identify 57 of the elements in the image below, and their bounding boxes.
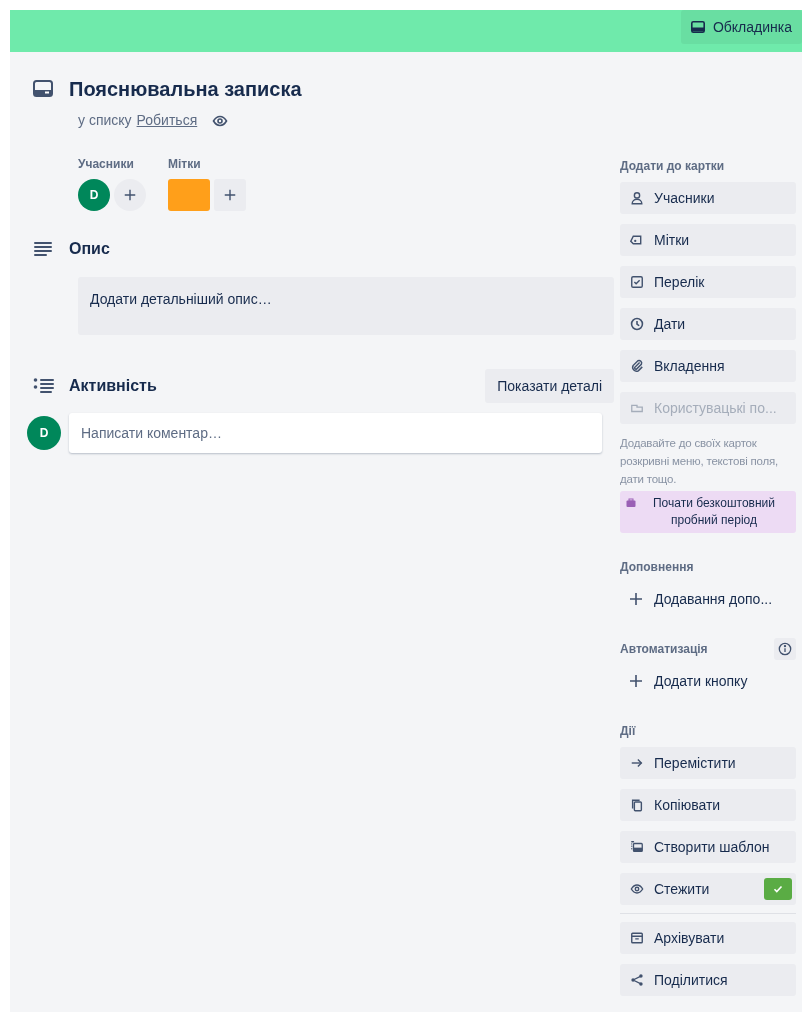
template-icon [630,840,644,854]
trial-button[interactable]: Почати безкоштовний пробний період [620,491,796,533]
upsell-note: Додавайте до своїх карток розкривні меню, текстові поля, дати тощо. [620,436,779,487]
clock-icon [630,317,644,331]
section-title: Автоматизація [620,641,708,658]
sidebar-button[interactable]: Вкладення [620,350,796,382]
person-icon [630,191,644,205]
comment-field[interactable]: Написати коментар… [69,413,602,453]
list-link[interactable]: Робиться [136,110,198,131]
sidebar-button[interactable]: Створити шаблон [620,831,796,863]
plus-icon [123,188,137,202]
section-title: Дії [620,723,636,740]
add-button[interactable]: Додавання допо... [620,583,796,615]
paperclip-icon [630,359,644,373]
checkmark-icon [773,884,783,894]
sidebar-button[interactable]: Перелік [620,266,796,298]
add-label-button[interactable] [214,179,246,211]
sidebar-button[interactable]: Мітки [620,224,796,256]
sidebar-button[interactable]: Архівувати [620,922,796,954]
archive-icon [630,931,644,945]
show-details-button[interactable]: Показати деталі [485,369,614,403]
sidebar-button[interactable]: Копіювати [620,789,796,821]
sidebar-button[interactable]: Дати [620,308,796,340]
info-button[interactable] [774,638,796,660]
info-icon [778,642,792,656]
section-title: Додати до картки [620,158,725,175]
plus-icon [628,591,644,607]
sidebar-button[interactable]: Учасники [620,182,796,214]
members-label: Учасники [78,156,135,173]
arrow-icon [630,756,644,770]
copy-icon [630,798,644,812]
plus-icon [223,188,237,202]
card-icon [33,80,53,98]
tag-icon [630,233,644,247]
description-field[interactable]: Додати детальніший опис… [78,277,614,335]
description-heading: Опис [69,239,110,259]
avatar[interactable]: D [78,179,110,211]
cover-button[interactable]: Обкладинка [680,10,802,44]
briefcase-icon [626,498,636,508]
activity-heading: Активність [69,376,157,396]
description-icon [33,241,53,257]
card-title: Пояснювальна записка [69,77,302,102]
sidebar-button[interactable]: Стежити [620,873,796,905]
list-caption: у списку [78,111,132,130]
checkbox-icon [630,275,644,289]
activity-icon [33,378,55,394]
share-icon [630,973,644,987]
section-title: Доповнення [620,559,694,576]
add-button[interactable]: Додати кнопку [620,665,796,697]
labels-label: Мітки [168,156,202,173]
avatar: D [27,416,61,450]
eye-icon [630,882,644,896]
sidebar-button[interactable]: Перемістити [620,747,796,779]
sidebar-button[interactable]: Поділитися [620,964,796,996]
plus-icon [628,673,644,689]
add-member-button[interactable] [114,179,146,211]
card-icon [690,21,705,33]
